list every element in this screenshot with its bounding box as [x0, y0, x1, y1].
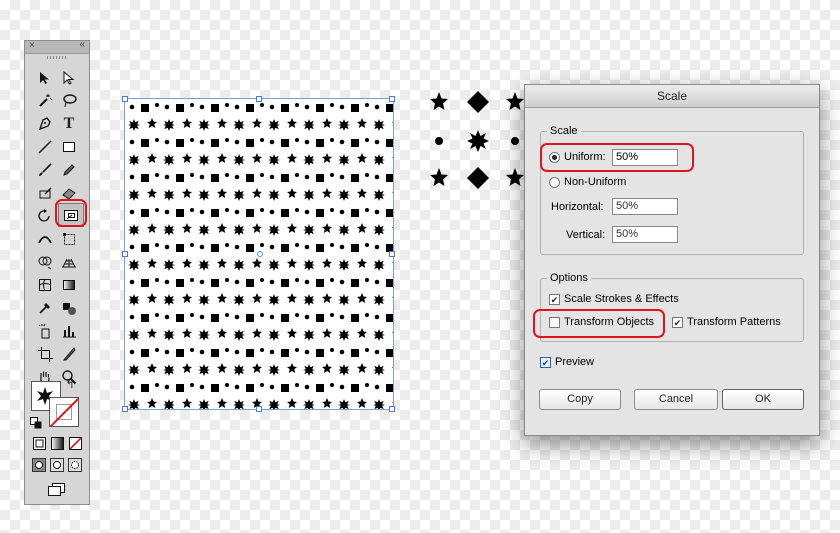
draw-behind-icon[interactable] — [49, 457, 65, 473]
transform-patterns-label: Transform Patterns — [687, 316, 781, 328]
cancel-button[interactable]: Cancel — [634, 389, 718, 410]
shape-builder-tool-icon[interactable] — [33, 251, 57, 273]
uniform-highlight — [540, 143, 694, 172]
selection-tool-icon[interactable] — [33, 67, 57, 89]
scale-strokes-option[interactable]: Scale Strokes & Effects — [549, 293, 679, 305]
transform-objects-highlight — [533, 309, 665, 338]
non-uniform-option[interactable]: Non-Uniform — [549, 176, 626, 188]
pencil-tool-icon[interactable] — [57, 159, 81, 181]
selection-handle[interactable] — [256, 406, 262, 412]
selection-handle[interactable] — [256, 96, 262, 102]
artboard[interactable] — [122, 96, 395, 412]
line-segment-tool-icon[interactable] — [33, 136, 57, 158]
scale-strokes-checkbox[interactable] — [549, 293, 560, 305]
artboard-tool-icon[interactable] — [33, 343, 57, 365]
transform-patterns-option[interactable]: Transform Patterns — [672, 316, 781, 328]
paintbrush-tool-icon[interactable] — [33, 159, 57, 181]
swap-fill-stroke-icon[interactable]: ↰ — [63, 377, 77, 391]
tools-panel-header: × « — [25, 39, 89, 54]
perspective-grid-tool-icon[interactable] — [57, 251, 81, 273]
gradient-tool-icon[interactable] — [57, 274, 81, 296]
rectangle-tool-icon[interactable] — [57, 136, 81, 158]
vertical-label: Vertical: — [566, 229, 606, 241]
collapse-icon[interactable]: « — [79, 39, 85, 50]
close-icon[interactable]: × — [29, 40, 35, 51]
screen-mode-icon[interactable] — [45, 479, 69, 501]
none-mode-icon[interactable] — [67, 435, 83, 451]
mesh-tool-icon[interactable] — [33, 274, 57, 296]
width-tool-icon[interactable] — [33, 228, 57, 250]
magic-wand-tool-icon[interactable] — [33, 90, 57, 112]
scale-dialog: Scale Scale Uniform: 50% Non-Uniform Hor… — [524, 84, 820, 436]
horizontal-label: Horizontal: — [551, 201, 604, 213]
color-mode-icon[interactable] — [31, 435, 47, 451]
draw-inside-icon[interactable] — [67, 457, 83, 473]
column-graph-tool-icon[interactable] — [57, 320, 81, 342]
stroke-swatch[interactable] — [49, 397, 79, 427]
scale-group-legend: Scale — [550, 125, 578, 137]
copy-button[interactable]: Copy — [539, 389, 621, 410]
scale-strokes-label: Scale Strokes & Effects — [564, 293, 679, 305]
transform-patterns-checkbox[interactable] — [672, 316, 683, 328]
panel-grip[interactable] — [47, 56, 67, 59]
non-uniform-radio[interactable] — [549, 176, 560, 188]
selection-handle[interactable] — [122, 96, 128, 102]
rotate-tool-icon[interactable] — [33, 205, 57, 227]
selection-handle[interactable] — [389, 251, 395, 257]
selection-handle[interactable] — [122, 251, 128, 257]
non-uniform-label: Non-Uniform — [564, 176, 627, 188]
preview-checkbox[interactable] — [540, 356, 551, 368]
direct-selection-tool-icon[interactable] — [57, 67, 81, 89]
scale-tool-highlight — [55, 199, 87, 227]
draw-normal-icon[interactable] — [31, 457, 47, 473]
preview-label: Preview — [555, 356, 595, 368]
center-point — [257, 251, 263, 257]
ok-button[interactable]: OK — [722, 389, 804, 410]
symbol-sprayer-tool-icon[interactable] — [33, 320, 57, 342]
selection-handle[interactable] — [389, 96, 395, 102]
lasso-tool-icon[interactable] — [57, 90, 81, 112]
free-transform-tool-icon[interactable] — [57, 228, 81, 250]
gradient-mode-icon[interactable] — [49, 435, 65, 451]
selection-handle[interactable] — [389, 406, 395, 412]
horizontal-input[interactable]: 50% — [612, 198, 678, 215]
options-group-legend: Options — [550, 272, 588, 284]
slice-tool-icon[interactable] — [57, 343, 81, 365]
selection-handle[interactable] — [122, 406, 128, 412]
vertical-input[interactable]: 50% — [612, 226, 678, 243]
pattern-tile-preview — [430, 91, 524, 189]
eyedropper-tool-icon[interactable] — [33, 297, 57, 319]
tools-panel: × « T ↰ — [24, 39, 90, 505]
dialog-title[interactable]: Scale — [525, 85, 819, 108]
blend-tool-icon[interactable] — [57, 297, 81, 319]
default-colors-icon[interactable] — [29, 416, 43, 430]
type-tool-icon[interactable]: T — [57, 113, 81, 135]
blob-brush-tool-icon[interactable] — [33, 182, 57, 204]
pen-tool-icon[interactable] — [33, 113, 57, 135]
preview-option[interactable]: Preview — [540, 356, 594, 368]
